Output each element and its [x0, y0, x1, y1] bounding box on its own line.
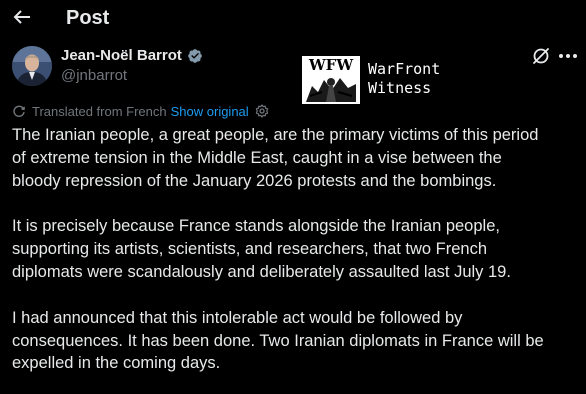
settings-icon[interactable] [255, 104, 269, 118]
post-paragraph: I had announced that this intolerable ac… [12, 307, 586, 375]
watermark-line-1: WarFront [368, 60, 441, 78]
post-line: I had announced that this intolerable ac… [12, 308, 463, 327]
post-text: The Iranian people, a great people, are … [12, 124, 586, 375]
post-line: It is precisely because France stands al… [12, 217, 500, 236]
translated-from-label: Translated from French [32, 104, 167, 119]
show-original-link[interactable]: Show original [171, 104, 249, 119]
verified-badge-icon [187, 48, 203, 64]
post-header: Post [0, 0, 586, 36]
avatar[interactable] [12, 46, 52, 86]
post-paragraph: It is precisely because France stands al… [12, 215, 586, 283]
page-title: Post [66, 7, 110, 29]
avatar-image [12, 46, 52, 86]
post-line: The Iranian people, a great people, are … [12, 126, 539, 144]
post-line: bloody repression of the January 2026 pr… [12, 171, 497, 190]
grok-icon [533, 48, 549, 64]
post-line: expelled in the coming days. [12, 354, 221, 373]
post-line: diplomats were scandalously and delibera… [12, 262, 511, 281]
more-icon [559, 54, 577, 58]
back-button[interactable] [10, 5, 34, 29]
author-handle[interactable]: @jnbarrot [61, 67, 127, 85]
svg-text:WFW: WFW [308, 56, 354, 74]
more-button[interactable] [556, 46, 580, 66]
post-line: of extreme tension in the Middle East, c… [12, 148, 502, 167]
translation-notice: Translated from French Show original [12, 103, 269, 121]
watermark: WFW WarFront Witness [302, 56, 452, 104]
translate-icon [12, 104, 26, 118]
post-line: supporting its artists, scientists, and … [12, 240, 488, 259]
post-line: consequences. It has been done. Two Iran… [12, 331, 544, 350]
watermark-line-2: Witness [368, 79, 432, 97]
grok-button[interactable] [531, 46, 551, 66]
author-name[interactable]: Jean-Noël Barrot [61, 47, 182, 65]
post-paragraph: The Iranian people, a great people, are … [12, 124, 586, 192]
watermark-logo: WFW [302, 56, 360, 104]
arrow-left-icon [13, 10, 30, 24]
